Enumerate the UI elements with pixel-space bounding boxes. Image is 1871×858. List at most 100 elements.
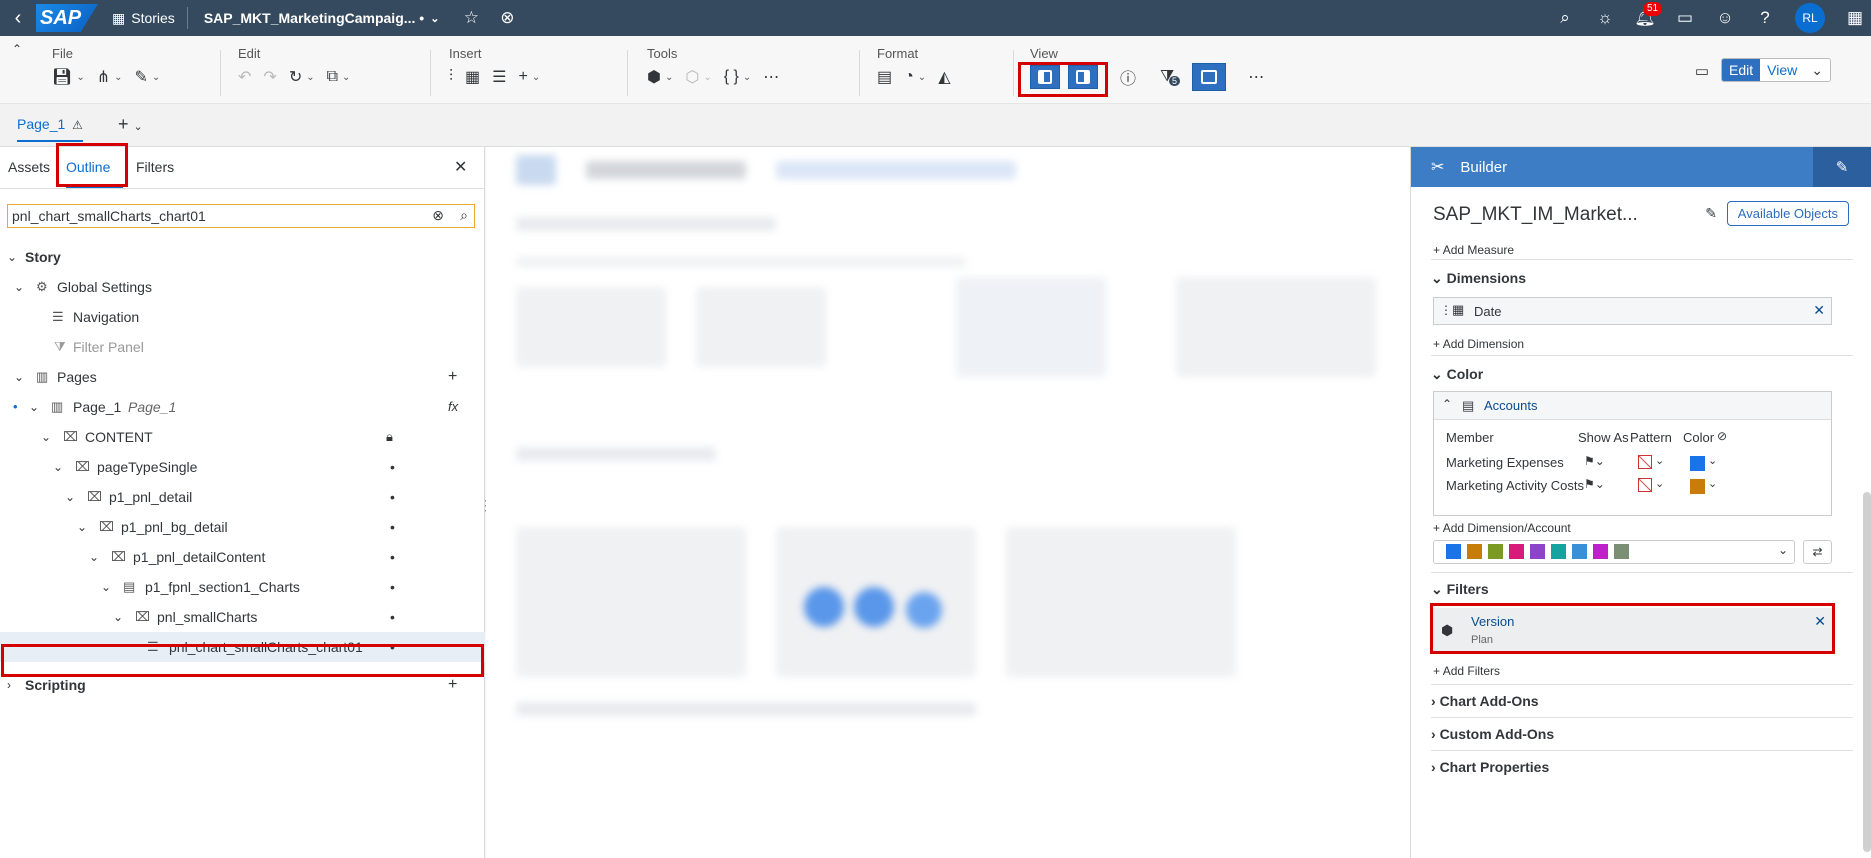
remove-icon[interactable]: ✕ <box>1813 302 1825 319</box>
lightbulb-icon[interactable]: ☼ <box>1595 8 1615 28</box>
tree-item-content[interactable]: ⌄ ⌧ CONTENT 🔒︎ <box>0 422 485 452</box>
formula-icon[interactable]: fx <box>448 392 458 422</box>
input-control-icon[interactable]: ☰ <box>492 67 506 87</box>
add-dimension-account-link[interactable]: + Add Dimension/Account <box>1433 521 1571 535</box>
show-as-bar-icon[interactable]: ⚑⌄ <box>1584 477 1605 491</box>
chevron-down-icon[interactable]: ⌄ <box>342 72 350 83</box>
data-tools-icon[interactable]: ⬢ <box>647 67 661 87</box>
refresh-icon[interactable]: ↻ <box>289 67 302 87</box>
custom-addons-section[interactable]: › Custom Add-Ons <box>1431 726 1554 742</box>
tree-item-pages[interactable]: ⌄ ▥ Pages + <box>0 362 485 392</box>
tree-item-filter-panel[interactable]: ⧩ Filter Panel <box>0 332 485 362</box>
save-icon[interactable]: 💾︎ <box>52 67 72 87</box>
close-icon[interactable]: ✕ <box>454 157 467 177</box>
collapse-toolbar-icon[interactable]: ⌃ <box>12 42 22 56</box>
view-mode-button[interactable]: View <box>1760 59 1805 81</box>
chevron-down-icon[interactable]: ⌄ <box>532 72 540 83</box>
stories-link[interactable]: ▦ Stories <box>108 7 188 29</box>
chart-addons-section[interactable]: › Chart Add-Ons <box>1431 693 1539 709</box>
avatar[interactable]: RL <box>1795 3 1825 33</box>
share-icon[interactable]: ⋔ <box>97 67 110 87</box>
chevron-down-icon[interactable]: ⌄ <box>1655 454 1664 467</box>
formula-icon[interactable]: { } <box>724 68 739 86</box>
chevron-down-icon[interactable]: ⌄ <box>306 72 314 83</box>
tree-item-p1-pnl-bg-detail[interactable]: ⌄ ⌧ p1_pnl_bg_detail • <box>0 512 485 542</box>
back-icon[interactable]: ‹ <box>0 7 36 30</box>
chevron-down-icon[interactable]: ⌄ <box>665 72 673 83</box>
story-canvas[interactable] <box>486 147 1410 858</box>
accounts-header[interactable]: ⌃ ▤ Accounts <box>1434 392 1831 420</box>
undo-icon[interactable]: ↶ <box>238 67 251 87</box>
available-objects-button[interactable]: Available Objects <box>1726 201 1849 226</box>
dimensions-section[interactable]: ⌄ Dimensions <box>1431 270 1526 287</box>
chevron-down-icon[interactable]: ⌄ <box>1804 59 1830 81</box>
tree-item-page-1[interactable]: • ⌄ ▥ Page_1 Page_1 fx <box>0 392 485 422</box>
tree-item-story[interactable]: ⌄ Story <box>0 242 485 272</box>
tree-item-global-settings[interactable]: ⌄ ⚙ Global Settings <box>0 272 485 302</box>
filter-icon[interactable]: ⧩ 5 <box>1160 68 1181 86</box>
add-page-icon[interactable]: + <box>448 362 457 392</box>
clear-icon[interactable]: ⊗ <box>432 207 444 224</box>
chevron-down-icon[interactable]: ⌄ <box>743 72 751 83</box>
filters-section[interactable]: ⌄ Filters <box>1431 581 1489 598</box>
chevron-down-icon[interactable]: ⌄ <box>1708 477 1717 490</box>
tree-item-navigation[interactable]: ☰ Navigation <box>0 302 485 332</box>
tree-item-p1-fpnl-section1-charts[interactable]: ⌄ ▤ p1_fpnl_section1_Charts • <box>0 572 485 602</box>
chevron-down-icon[interactable]: ⌄ <box>918 72 926 83</box>
discussions-icon[interactable]: ▭ <box>1675 8 1695 28</box>
styling-icon[interactable]: ◭ <box>938 67 950 87</box>
reset-color-icon[interactable]: ⊘ <box>1717 429 1727 443</box>
builder-scrollbar[interactable] <box>1863 492 1871 852</box>
color-swatch-activity-costs[interactable] <box>1690 479 1705 494</box>
search-icon[interactable]: ⌕ <box>1555 8 1575 28</box>
palette-dropdown[interactable]: ⌄ <box>1433 540 1795 564</box>
color-section[interactable]: ⌄ Color <box>1431 366 1483 383</box>
edit-model-icon[interactable]: ✎ <box>1705 205 1717 222</box>
pattern-none-icon[interactable] <box>1638 478 1652 492</box>
tools-icon[interactable]: ✎ <box>135 67 148 87</box>
chevron-down-icon[interactable]: ⌄ <box>1708 454 1717 467</box>
device-preview-icon[interactable]: ▭ <box>1695 62 1709 80</box>
edit-mode-button[interactable]: Edit <box>1722 59 1761 81</box>
search-icon[interactable]: ⌕ <box>460 207 468 224</box>
feedback-icon[interactable]: ☺ <box>1715 8 1735 28</box>
chevron-down-icon[interactable]: ⌄ <box>1655 477 1664 490</box>
tab-page-1[interactable]: Page_1 ⚠ <box>17 116 83 142</box>
add-dimension-link[interactable]: + Add Dimension <box>1433 337 1524 351</box>
show-as-bar-icon[interactable]: ⚑⌄ <box>1584 454 1605 468</box>
redo-icon[interactable]: ↷ <box>263 67 276 87</box>
chevron-down-icon[interactable]: ⌄ <box>76 72 84 83</box>
help-icon[interactable]: ? <box>1755 8 1775 28</box>
grid-menu-icon[interactable]: ▦ <box>1845 8 1865 28</box>
sap-logo[interactable]: SAP <box>36 4 98 32</box>
tab-assets[interactable]: Assets <box>8 159 50 175</box>
info-icon[interactable]: ⓘ <box>1120 65 1136 89</box>
styling-tab-icon[interactable]: ✎ <box>1813 147 1871 187</box>
lock-icon[interactable]: 🔒︎ <box>386 422 393 452</box>
copy-icon[interactable]: ⧉ <box>327 68 338 86</box>
close-circle-icon[interactable]: ⊗ <box>497 8 517 28</box>
add-page-icon[interactable]: + ⌄ <box>118 114 143 135</box>
chevron-down-icon[interactable]: ⌄ <box>152 72 160 83</box>
star-icon[interactable]: ☆ <box>461 8 481 28</box>
chevron-down-icon[interactable]: ⌄ <box>703 72 711 83</box>
add-filters-link[interactable]: + Add Filters <box>1433 664 1500 678</box>
more-icon[interactable]: ⋯ <box>1248 67 1264 87</box>
chevron-down-icon[interactable]: ⌄ <box>114 72 122 83</box>
add-icon[interactable]: + <box>518 68 527 86</box>
tab-filters[interactable]: Filters <box>136 159 174 175</box>
data-analyzer-icon[interactable]: ⬡ <box>685 67 699 87</box>
color-swatch-expenses[interactable] <box>1690 456 1705 471</box>
pattern-none-icon[interactable] <box>1638 455 1652 469</box>
add-measure-link[interactable]: + Add Measure <box>1433 243 1514 257</box>
document-title-menu[interactable]: SAP_MKT_MarketingCampaig... • ⌄ <box>188 10 440 26</box>
tree-item-pnl-small-charts[interactable]: ⌄ ⌧ pnl_smallCharts • <box>0 602 485 632</box>
table-icon[interactable]: ▦ <box>465 67 480 87</box>
tree-item-page-type-single[interactable]: ⌄ ⌧ pageTypeSingle • <box>0 452 485 482</box>
tree-item-p1-pnl-detail-content[interactable]: ⌄ ⌧ p1_pnl_detailContent • <box>0 542 485 572</box>
chart-icon[interactable]: ⫶ <box>449 68 453 86</box>
palette-settings-icon[interactable]: ⇄ <box>1803 540 1832 564</box>
theme-icon[interactable]: ◔ <box>904 68 914 86</box>
tree-item-p1-pnl-detail[interactable]: ⌄ ⌧ p1_pnl_detail • <box>0 482 485 512</box>
more-icon[interactable]: ⋯ <box>763 67 779 87</box>
